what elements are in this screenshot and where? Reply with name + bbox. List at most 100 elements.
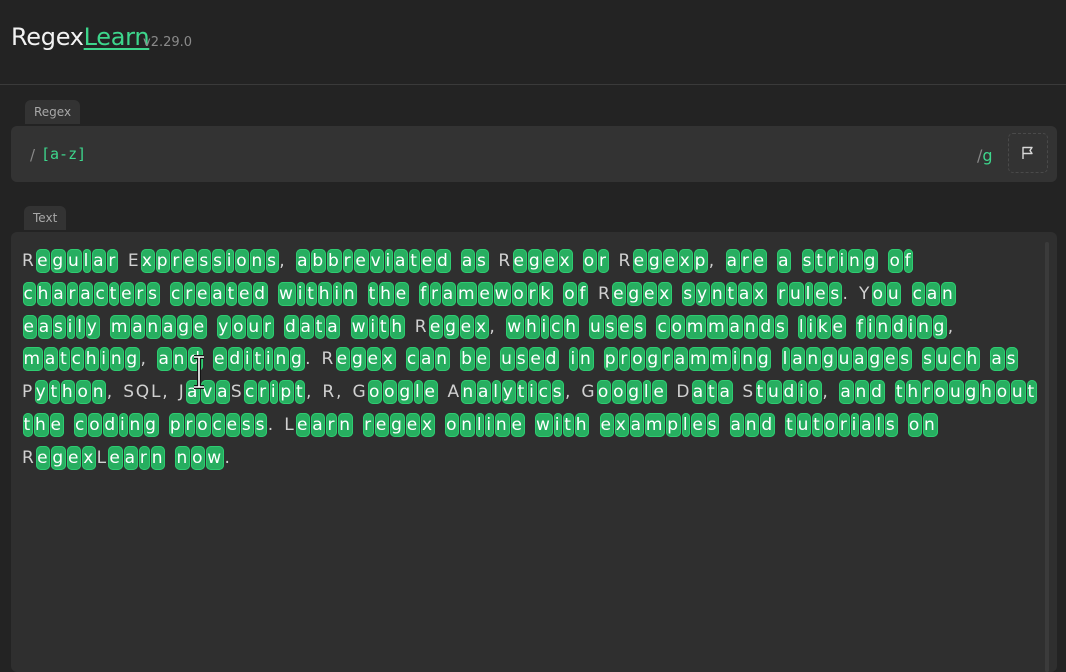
regex-match: t [306, 281, 317, 306]
regex-match: g [647, 249, 663, 273]
regex-match: s [515, 347, 529, 372]
regex-pattern-input[interactable]: [a-z] [41, 145, 86, 163]
regex-match: i [798, 380, 807, 405]
version-label: v2.29.0 [143, 35, 193, 50]
regex-match: m [689, 347, 710, 372]
regex-match: e [752, 249, 767, 273]
regex-match: c [243, 380, 258, 405]
regex-match: o [907, 412, 923, 437]
regex-match: g [290, 347, 305, 372]
regex-match: h [379, 281, 394, 306]
regex-match: y [34, 380, 49, 405]
regex-match: n [806, 347, 821, 372]
regex-match: t [815, 249, 826, 273]
regex-match: e [543, 249, 558, 273]
regex-input-bar[interactable]: / [a-z] /g [11, 126, 1057, 182]
regex-match: e [237, 281, 253, 306]
regex-match: t [49, 380, 60, 405]
regex-match: n [917, 314, 932, 339]
regex-match: n [146, 314, 161, 339]
regex-match: e [475, 347, 490, 372]
test-text-area[interactable]: Re g u l a r Ex p r e s s i o n s, abbreviated as Re g e… [11, 232, 1057, 672]
regex-match: o [933, 380, 948, 405]
regex-match: g [822, 347, 837, 372]
regex-match: a [791, 347, 806, 372]
regex-match: i [807, 314, 816, 339]
regex-match: c [550, 314, 564, 339]
regex-match: s [212, 249, 225, 273]
regex-match: k [816, 314, 831, 339]
brand-regex-text: Regex [11, 23, 84, 51]
regex-match: x [420, 412, 435, 437]
regex-match: n [876, 314, 891, 339]
regex-match: a [37, 314, 52, 339]
regex-match: r [107, 249, 119, 273]
regex-match: r [171, 249, 183, 273]
regex-match: x [82, 445, 97, 470]
regex-match: d [870, 380, 885, 405]
regex-match: a [777, 249, 792, 273]
regex-match: t [378, 314, 390, 339]
regex-match: e [405, 412, 420, 437]
regex-match: n [274, 347, 290, 372]
regex-match: p [693, 249, 709, 273]
regex-match: i [485, 412, 494, 437]
regex-match: a [737, 281, 753, 306]
regex-match: u [837, 347, 853, 372]
regex-match: n [338, 412, 353, 437]
regex-match: r [138, 445, 150, 470]
regex-match: m [457, 281, 478, 306]
regex-match: x [381, 347, 396, 372]
regex-match: g [646, 347, 661, 372]
regex-match: s [899, 347, 912, 372]
regex-match: s [147, 281, 160, 306]
test-text-content[interactable]: Re g u l a r Ex p r e s s i o n s, abbreviated as Re g e… [22, 245, 1042, 475]
regex-match: u [886, 281, 902, 306]
regex-match: e [883, 347, 899, 372]
regex-match: e [478, 281, 493, 306]
regex-match: d [782, 380, 798, 405]
regex-match: a [718, 380, 733, 405]
regex-match: s [266, 249, 279, 273]
regex-match: n [150, 445, 166, 470]
regex-match: e [428, 314, 444, 339]
regex-match: e [642, 281, 658, 306]
regex-match: e [49, 412, 64, 437]
regex-match: i [225, 249, 235, 273]
regex-match: c [951, 347, 965, 372]
scrollbar[interactable] [1045, 242, 1049, 672]
regex-match: r [921, 380, 933, 405]
regex-match: u [589, 314, 604, 339]
regex-match: s [829, 281, 843, 306]
regex-match: c [94, 281, 108, 306]
regex-match: x [753, 281, 767, 306]
brand-logo[interactable]: RegexLearn [11, 22, 150, 52]
regex-match: l [804, 281, 814, 306]
brand-learn-link[interactable]: Learn [84, 23, 150, 51]
regex-match: t [785, 412, 796, 437]
regex-match: c [537, 380, 551, 405]
regex-match: i [731, 347, 741, 372]
regex-match: m [707, 314, 728, 339]
flags-button[interactable] [1008, 133, 1048, 173]
regex-match: g [444, 314, 459, 339]
regex-match: t [409, 249, 420, 273]
regex-match: e [814, 281, 829, 306]
regex-match: n [128, 412, 144, 437]
regex-match: n [461, 380, 476, 405]
regex-match: n [109, 347, 125, 372]
regex-match: r [363, 412, 374, 437]
regex-match: o [631, 347, 646, 372]
regex-match: h [84, 347, 100, 372]
regex-match: f [578, 281, 589, 306]
regex-match: n [172, 347, 188, 372]
regex-match: g [144, 412, 159, 437]
regex-match: i [540, 314, 550, 339]
regex-match: w [493, 281, 512, 306]
regex-match: p [168, 412, 184, 437]
regex-match: i [118, 412, 128, 437]
regex-match: h [965, 347, 981, 372]
regex-slash-open: / [30, 146, 36, 164]
regex-match: i [100, 347, 109, 372]
regex-match: a [990, 347, 1005, 372]
